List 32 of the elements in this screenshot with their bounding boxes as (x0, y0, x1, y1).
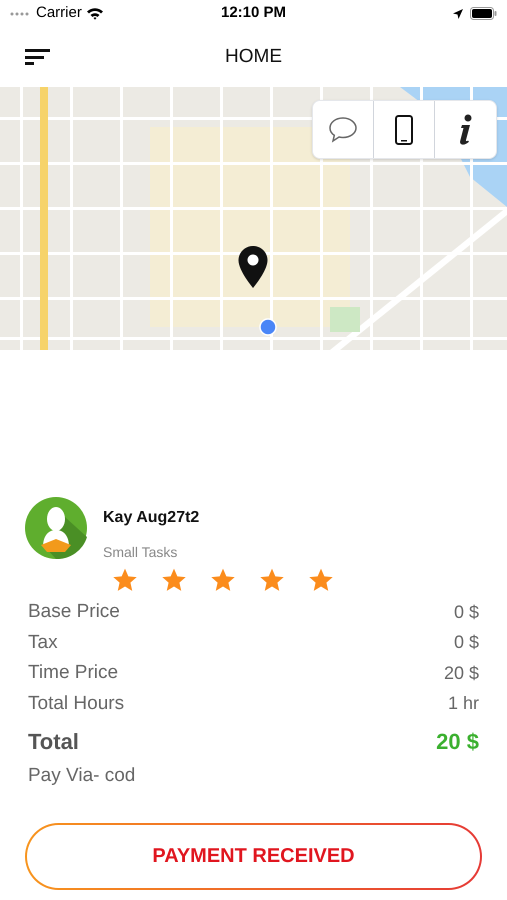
speech-bubble-icon (328, 116, 358, 144)
phone-icon (395, 114, 413, 144)
price-value: 0 $ (454, 600, 479, 624)
star-icon (308, 567, 334, 593)
price-label: Total Hours (28, 692, 124, 716)
current-location-icon (259, 318, 277, 336)
payment-received-button[interactable]: PAYMENT RECEIVED (25, 822, 482, 890)
wifi-icon (86, 7, 104, 20)
star-icon (259, 567, 285, 593)
menu-button[interactable] (25, 47, 51, 67)
map-pin-icon (237, 245, 269, 289)
avatar-icon (25, 497, 87, 559)
location-arrow-icon (452, 8, 464, 20)
price-value: 0 $ (454, 631, 479, 654)
price-label: Time Price (28, 661, 118, 685)
carrier-label: Carrier (36, 3, 82, 24)
price-label: Base Price (28, 600, 120, 624)
page-title: HOME (225, 44, 282, 69)
status-time: 12:10 PM (220, 3, 286, 24)
provider-name: Kay Aug27t2 (103, 508, 200, 528)
price-label: Tax (28, 630, 58, 654)
payment-method: Pay Via- cod (28, 764, 136, 788)
price-value: 1 hr (448, 692, 479, 716)
price-value: 20 $ (436, 728, 479, 756)
provider-category: Small Tasks (103, 543, 178, 562)
menu-icon (25, 49, 51, 65)
battery-icon (470, 7, 497, 20)
price-value: 20 $ (444, 662, 479, 685)
star-icon (112, 567, 138, 593)
star-icon (161, 567, 187, 593)
price-label: Total (28, 728, 79, 756)
star-icon (210, 567, 236, 593)
